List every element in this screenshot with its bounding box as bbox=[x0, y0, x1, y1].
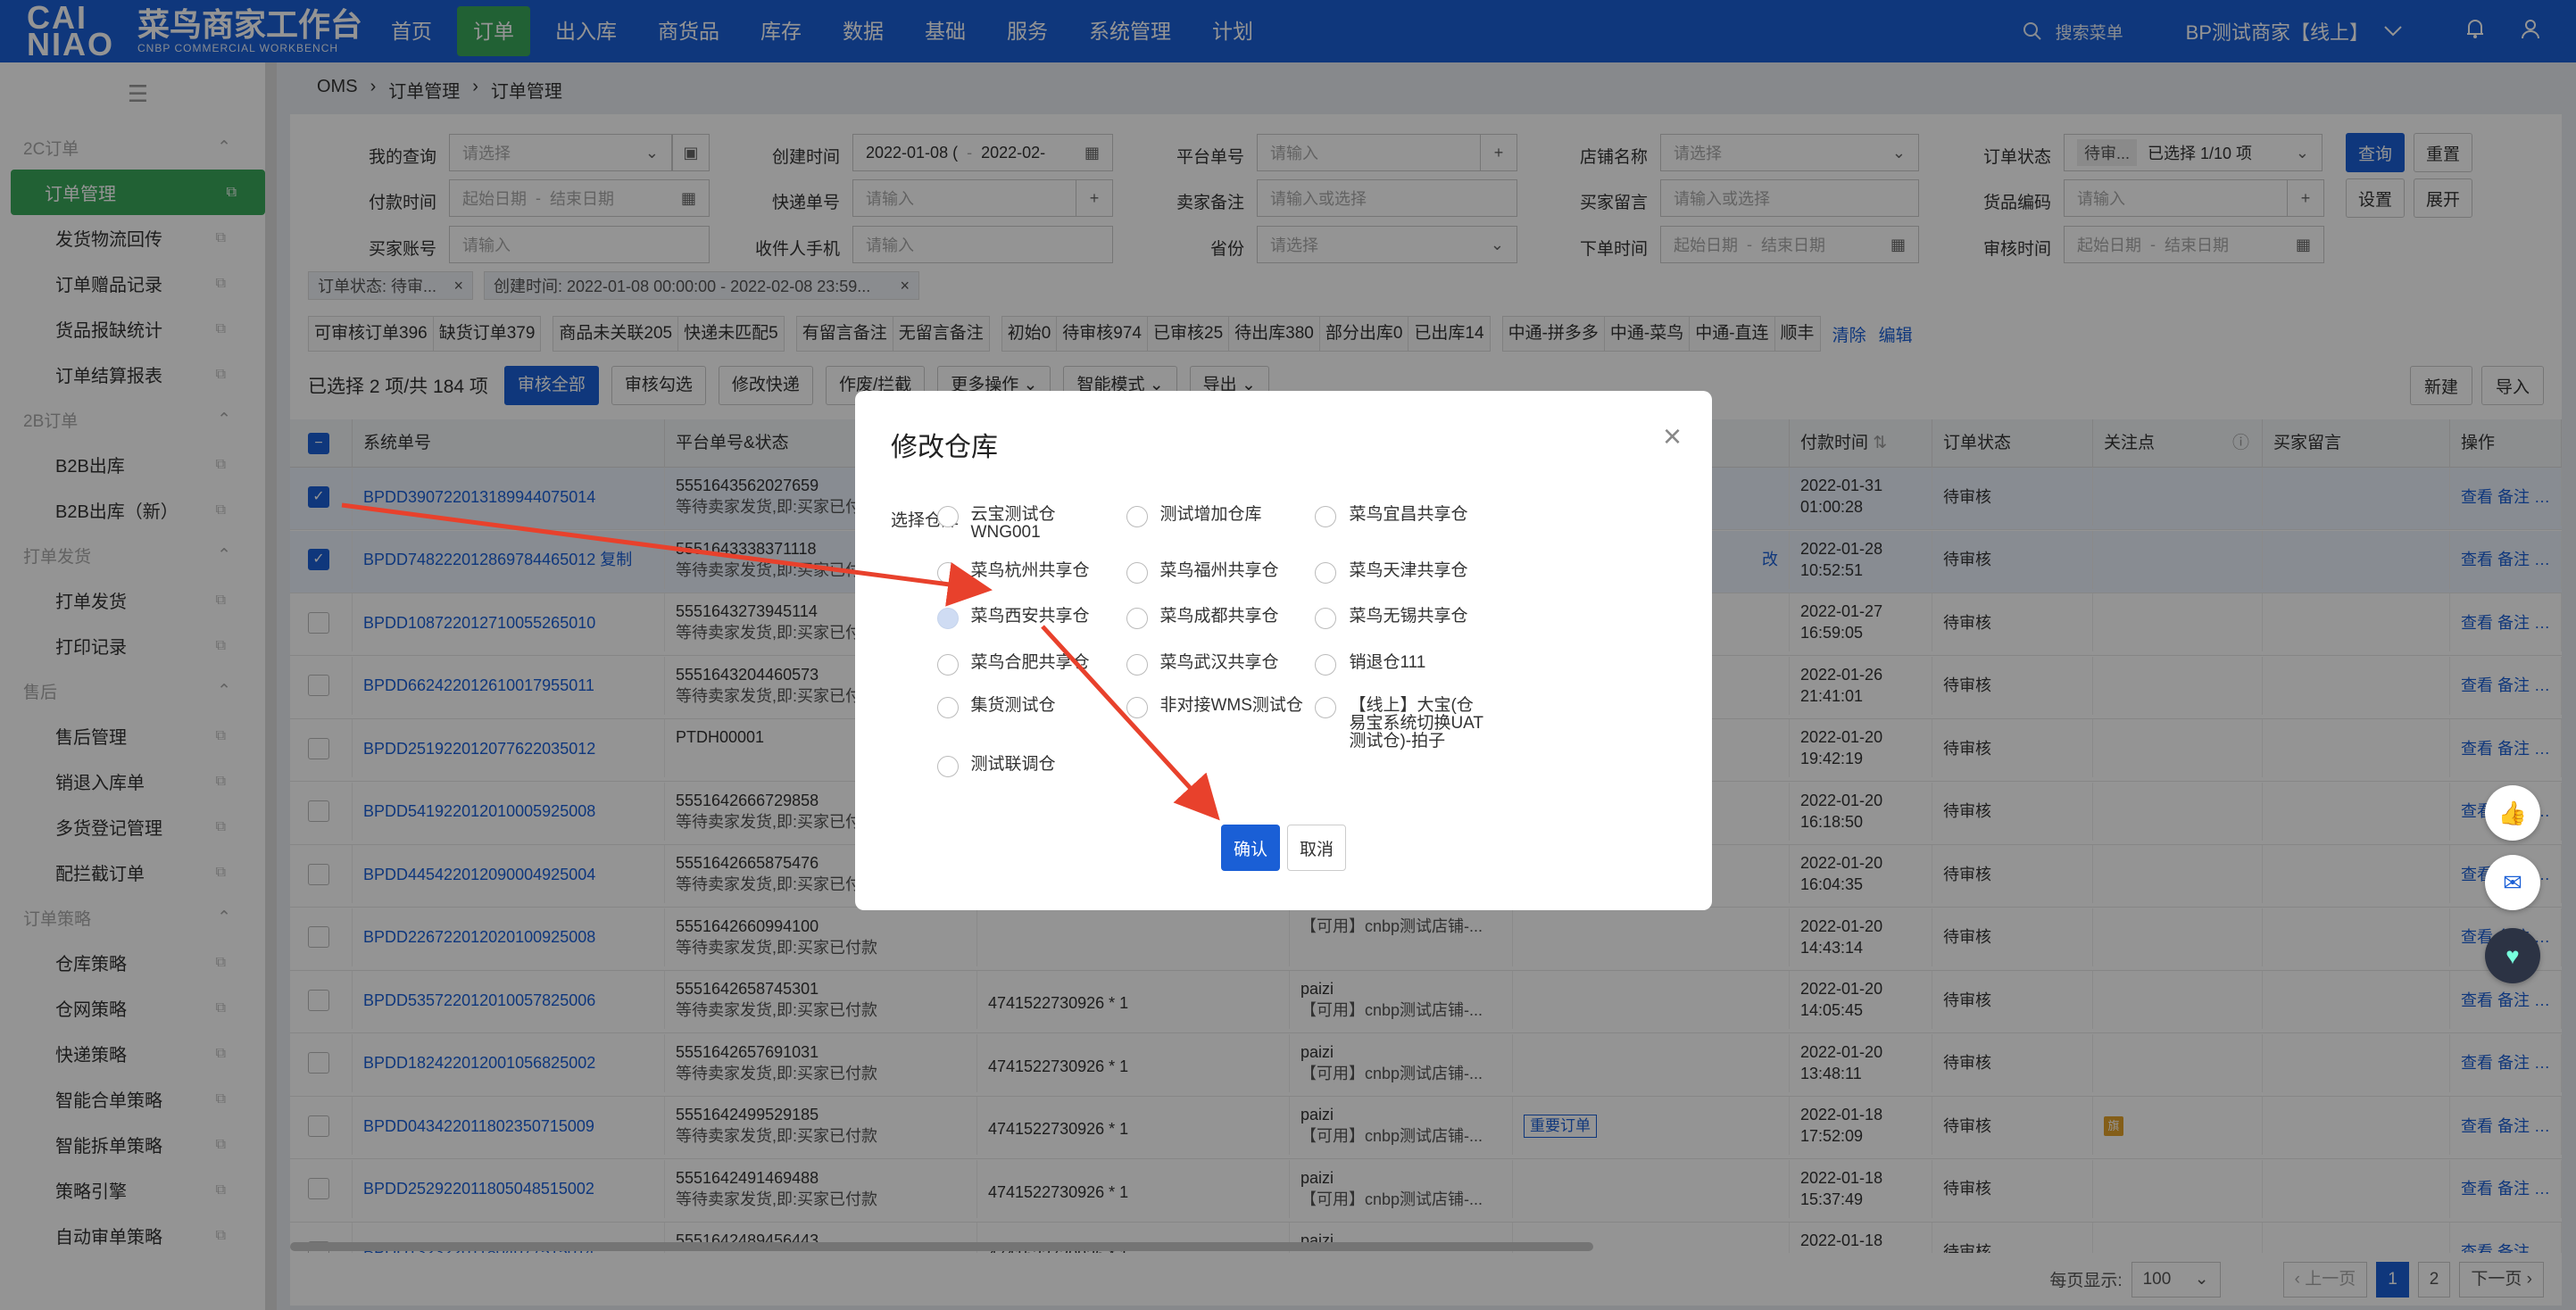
warehouse-option[interactable]: 菜鸟天津共享仓 bbox=[1315, 560, 1468, 584]
thumbs-feedback-icon[interactable]: 👍 bbox=[2485, 785, 2540, 841]
warehouse-option-line: 测试联调仓 bbox=[970, 755, 1056, 775]
warehouse-option[interactable]: 云宝测试仓 WNG001 bbox=[936, 506, 1056, 542]
warehouse-option-label: 菜鸟成都共享仓 bbox=[1160, 608, 1279, 626]
warehouse-option[interactable]: 测试联调仓 bbox=[936, 756, 1056, 778]
warehouse-option-label: 非对接WMS测试仓 bbox=[1159, 695, 1303, 715]
warehouse-option-line: 云宝测试仓 bbox=[970, 505, 1056, 524]
warehouse-option-label: 菜鸟合肥共享仓 bbox=[970, 652, 1090, 672]
warehouse-option[interactable]: 非对接WMS测试仓 bbox=[1126, 695, 1303, 718]
radio-button[interactable] bbox=[936, 608, 959, 630]
warehouse-option-line: 易宝系统切换UAT bbox=[1349, 713, 1484, 733]
warehouse-option[interactable]: 菜鸟合肥共享仓 bbox=[936, 652, 1090, 676]
warehouse-option-label: 菜鸟宜昌共享仓 bbox=[1349, 506, 1467, 524]
radio-button[interactable] bbox=[1315, 696, 1337, 718]
radio-button[interactable] bbox=[1126, 608, 1148, 630]
dialog-title: 修改仓库 bbox=[891, 433, 998, 462]
modify-warehouse-dialog: 修改仓库 × 选择仓库 云宝测试仓 WNG001 测试增加仓库 菜鸟宜昌共享仓 菜鸟杭州… bbox=[855, 391, 1712, 910]
warehouse-option[interactable]: 菜鸟武汉共享仓 bbox=[1126, 652, 1279, 676]
radio-button[interactable] bbox=[1126, 653, 1148, 676]
radio-button[interactable] bbox=[1126, 506, 1148, 527]
warehouse-option-line: 非对接WMS测试仓 bbox=[1159, 695, 1303, 715]
warehouse-option-label: 菜鸟杭州共享仓 bbox=[970, 560, 1090, 580]
warehouse-option-label: 测试联调仓 bbox=[971, 756, 1056, 774]
warehouse-option[interactable]: 菜鸟福州共享仓 bbox=[1126, 560, 1279, 584]
warehouse-option[interactable]: 集货测试仓 bbox=[936, 695, 1056, 718]
radio-button[interactable] bbox=[1315, 608, 1337, 630]
chat-icon[interactable]: ✉ bbox=[2485, 855, 2540, 910]
radio-button[interactable] bbox=[1126, 561, 1148, 584]
warehouse-option-line: 菜鸟宜昌共享仓 bbox=[1349, 505, 1468, 524]
warehouse-option-label: 集货测试仓 bbox=[970, 695, 1056, 715]
warehouse-option-line: 菜鸟天津共享仓 bbox=[1349, 560, 1468, 580]
confirm-button[interactable]: 确认 bbox=[1221, 825, 1280, 871]
radio-button[interactable] bbox=[1315, 561, 1337, 584]
radio-button[interactable] bbox=[1126, 696, 1148, 718]
warehouse-option[interactable]: 【线上】大宝(仓 易宝系统切换UAT 测试仓)-拍子 bbox=[1315, 695, 1484, 750]
cancel-button[interactable]: 取消 bbox=[1287, 825, 1346, 871]
warehouse-option-label: 【线上】大宝(仓 易宝系统切换UAT 测试仓)-拍子 bbox=[1349, 695, 1484, 750]
warehouse-option-line: 菜鸟无锡共享仓 bbox=[1349, 607, 1468, 626]
radio-button[interactable] bbox=[1315, 506, 1337, 527]
warehouse-option-line: 菜鸟武汉共享仓 bbox=[1159, 652, 1279, 672]
warehouse-option-line: 菜鸟合肥共享仓 bbox=[970, 652, 1090, 672]
warehouse-option-line: WNG001 bbox=[970, 523, 1041, 542]
close-icon[interactable]: × bbox=[1663, 418, 1682, 455]
assistant-avatar-icon[interactable]: ♥ bbox=[2485, 928, 2540, 983]
radio-button[interactable] bbox=[936, 696, 959, 718]
warehouse-option-line: 测试增加仓库 bbox=[1159, 505, 1262, 524]
radio-button[interactable] bbox=[936, 756, 959, 778]
radio-button[interactable] bbox=[936, 653, 959, 676]
warehouse-option[interactable]: 测试增加仓库 bbox=[1126, 506, 1262, 527]
warehouse-option[interactable]: 菜鸟杭州共享仓 bbox=[936, 560, 1090, 584]
warehouse-option-line: 【线上】大宝(仓 bbox=[1349, 695, 1474, 715]
warehouse-option-line: 菜鸟成都共享仓 bbox=[1159, 607, 1279, 626]
warehouse-option[interactable]: 菜鸟无锡共享仓 bbox=[1315, 608, 1467, 630]
warehouse-option-line: 集货测试仓 bbox=[970, 695, 1056, 715]
warehouse-option-label: 销退仓111 bbox=[1349, 652, 1426, 672]
warehouse-option-label: 菜鸟福州共享仓 bbox=[1159, 560, 1279, 580]
warehouse-option[interactable]: 销退仓111 bbox=[1315, 652, 1426, 676]
warehouse-option[interactable]: 菜鸟西安共享仓 bbox=[936, 608, 1090, 630]
warehouse-option-line: 销退仓111 bbox=[1349, 652, 1426, 672]
radio-button[interactable] bbox=[936, 506, 959, 527]
radio-button[interactable] bbox=[936, 561, 959, 584]
warehouse-option-label: 测试增加仓库 bbox=[1160, 506, 1262, 524]
radio-button[interactable] bbox=[1315, 653, 1337, 676]
warehouse-option-line: 测试仓)-拍子 bbox=[1349, 731, 1446, 750]
warehouse-option-label: 菜鸟西安共享仓 bbox=[971, 608, 1090, 626]
warehouse-option-label: 云宝测试仓 WNG001 bbox=[971, 506, 1056, 542]
warehouse-option[interactable]: 菜鸟成都共享仓 bbox=[1126, 608, 1279, 630]
warehouse-option[interactable]: 菜鸟宜昌共享仓 bbox=[1315, 506, 1467, 527]
warehouse-option-label: 菜鸟天津共享仓 bbox=[1349, 560, 1468, 580]
warehouse-option-line: 菜鸟杭州共享仓 bbox=[970, 560, 1090, 580]
warehouse-option-line: 菜鸟西安共享仓 bbox=[970, 607, 1090, 626]
warehouse-option-label: 菜鸟无锡共享仓 bbox=[1349, 608, 1467, 626]
warehouse-option-line: 菜鸟福州共享仓 bbox=[1159, 560, 1279, 580]
warehouse-option-label: 菜鸟武汉共享仓 bbox=[1159, 652, 1279, 672]
